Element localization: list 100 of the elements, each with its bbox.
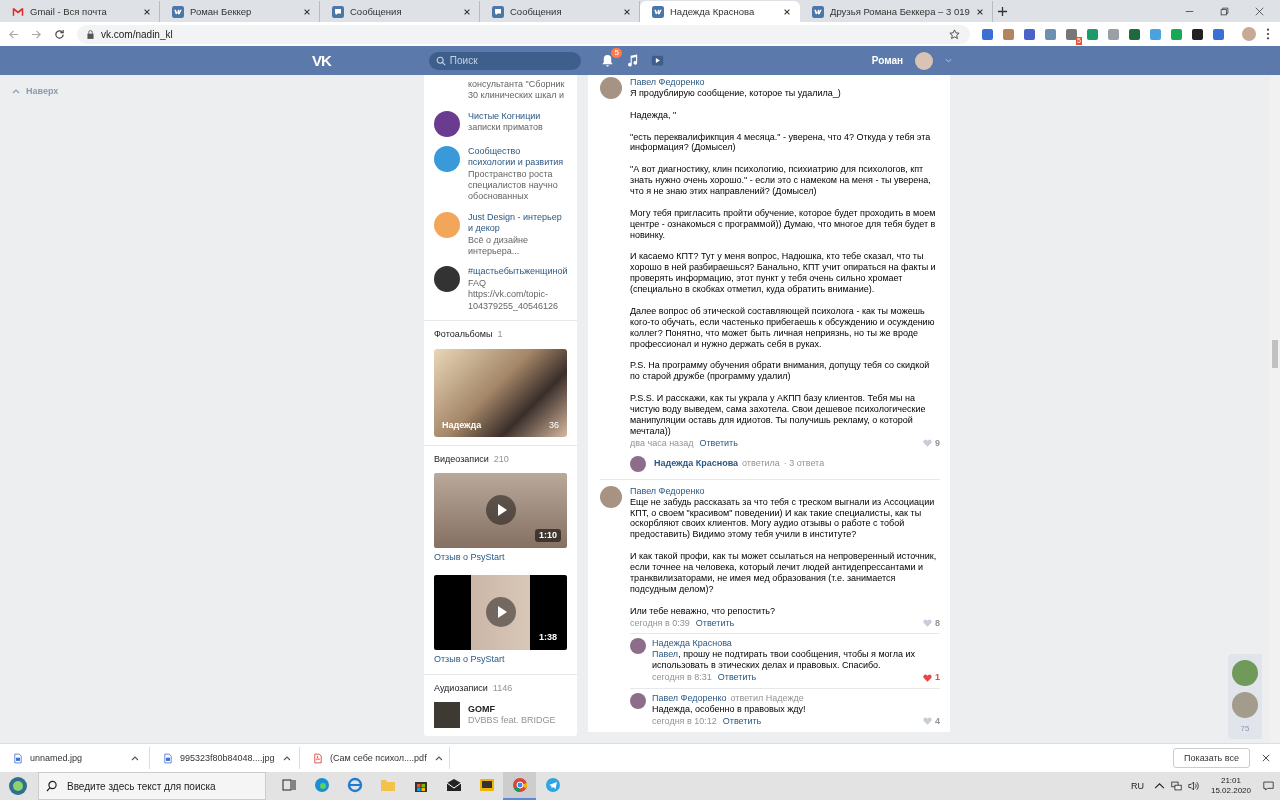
presentation-icon bbox=[478, 777, 495, 793]
author-link[interactable]: Надежда Краснова bbox=[652, 638, 732, 650]
like-button[interactable]: 1 bbox=[923, 672, 940, 684]
section-title[interactable]: Аудиозаписи bbox=[434, 682, 488, 695]
close-icon[interactable] bbox=[783, 7, 791, 16]
browser-tab[interactable]: Надежда Краснова bbox=[640, 1, 800, 22]
heart-icon bbox=[923, 439, 932, 448]
mail-envelope-icon bbox=[12, 5, 24, 18]
chevron-up-icon[interactable] bbox=[1153, 781, 1165, 791]
section-title[interactable]: Фотоальбомы bbox=[434, 329, 493, 341]
section-title[interactable]: Видеозаписи bbox=[434, 453, 489, 465]
play-icon bbox=[486, 494, 516, 525]
image-file-icon bbox=[164, 752, 172, 764]
album-cover-placeholder[interactable] bbox=[434, 702, 460, 729]
reply-link[interactable]: Ответить bbox=[699, 437, 738, 449]
download-item[interactable]: 995323f80b84048....jpg bbox=[150, 747, 300, 769]
close-icon[interactable] bbox=[1262, 754, 1270, 762]
group-name-link[interactable]: Чистые Когниции bbox=[468, 110, 543, 123]
clock-time[interactable]: 21:01 bbox=[1220, 776, 1241, 786]
reply-link[interactable]: Ответить bbox=[717, 672, 757, 684]
author-link[interactable]: Павел Федоренко bbox=[630, 485, 705, 497]
user-name[interactable]: Роман bbox=[871, 55, 903, 66]
video-thumbnail[interactable]: 1:38 bbox=[434, 575, 567, 651]
site-logo[interactable]: VK bbox=[312, 52, 331, 69]
vk-logo-icon bbox=[172, 5, 184, 18]
play-icon bbox=[486, 597, 516, 628]
comment-time: сегодня в 0:39 bbox=[630, 617, 690, 629]
reply-link[interactable]: Ответить bbox=[695, 617, 735, 629]
caret-up-icon[interactable] bbox=[282, 755, 291, 761]
extension-icon[interactable] bbox=[1192, 28, 1203, 40]
video-thumbnail[interactable]: 1:10 bbox=[434, 472, 567, 548]
user-avatar[interactable] bbox=[600, 485, 622, 508]
start-button-icon[interactable] bbox=[8, 776, 28, 796]
close-icon[interactable] bbox=[303, 7, 311, 16]
author-link[interactable]: Павел Федоренко bbox=[630, 77, 705, 88]
user-avatar[interactable] bbox=[915, 51, 933, 70]
user-avatar[interactable] bbox=[600, 77, 622, 99]
comment-time: два часа назад bbox=[630, 437, 694, 449]
address-field[interactable]: vk.com/nadin_kl bbox=[77, 24, 970, 44]
scrollbar[interactable] bbox=[1270, 75, 1280, 743]
chat-bubble-icon bbox=[492, 5, 504, 18]
group-avatar[interactable] bbox=[434, 266, 460, 293]
download-item[interactable]: unnamed.jpg bbox=[0, 747, 150, 769]
bell-icon[interactable] bbox=[600, 54, 614, 67]
reply-addressee: ответил Надежде bbox=[730, 693, 804, 704]
user-avatar[interactable] bbox=[630, 455, 646, 472]
close-icon[interactable] bbox=[143, 7, 151, 16]
friend-avatar[interactable] bbox=[1232, 660, 1258, 686]
network-icon[interactable] bbox=[1170, 781, 1182, 791]
comment-text: Надежда, " bbox=[630, 109, 678, 121]
track-title[interactable]: GOMF bbox=[468, 703, 556, 716]
user-avatar[interactable] bbox=[630, 638, 646, 655]
user-avatar[interactable] bbox=[630, 693, 646, 710]
menu-icon[interactable] bbox=[1266, 28, 1270, 40]
comment-time: сегодня в 10:12 bbox=[652, 715, 717, 727]
vk-logo-icon bbox=[812, 5, 824, 18]
globe-e-icon bbox=[346, 777, 363, 793]
thread-author-link[interactable]: Надежда Краснова bbox=[654, 458, 739, 470]
group-description: Пространство роста специалистов научно обоснованных bbox=[468, 168, 559, 203]
video-title-link[interactable]: Отзыв о PsyStart bbox=[434, 654, 505, 666]
caret-up-icon[interactable] bbox=[131, 755, 139, 761]
clock-date[interactable]: 15.02.2020 bbox=[1210, 786, 1251, 796]
photo-placeholder[interactable]: Надежда 36 bbox=[434, 348, 567, 437]
search-field[interactable]: Поиск bbox=[428, 51, 581, 70]
comment-text: Павел, прошу не подтирать твои сообщения, чтобы я могла их использовать в этических делах и правовых. Спасибо. bbox=[652, 649, 916, 672]
download-item[interactable]: (Сам себе психол....pdf bbox=[300, 747, 450, 769]
group-avatar[interactable] bbox=[434, 110, 460, 137]
group-name-link[interactable]: Сообщество психологии и развития bbox=[468, 145, 567, 169]
keyboard-language[interactable]: RU bbox=[1130, 781, 1144, 791]
chat-bubble-icon bbox=[332, 5, 344, 18]
caret-up-icon[interactable] bbox=[434, 755, 443, 761]
folder-icon bbox=[379, 777, 396, 793]
plus-icon[interactable] bbox=[996, 6, 1008, 17]
group-description: FAQ https://vk.com/topic-104379255_40546126 bbox=[468, 277, 560, 313]
comment-text: И как такой профи, как ты может ссылаться на непроверенный источник, если точнее на человека, который лечит людей антидепрессантами и транквилизаторами, не имея мед образования (т.е. занимается подсудным делом)? bbox=[630, 551, 938, 595]
album-name: Надежда bbox=[442, 420, 482, 432]
group-name-link[interactable]: Just Design - интерьер и декор bbox=[468, 211, 567, 235]
group-name-link[interactable]: #щастьебытьженщиной bbox=[468, 266, 568, 278]
show-all-button[interactable]: Показать все bbox=[1173, 748, 1250, 768]
taskbar-search-field[interactable]: Введите здесь текст для поиска bbox=[38, 772, 266, 800]
reply-link[interactable]: Ответить bbox=[722, 715, 762, 727]
comment-text: Еще не забудь рассказать за что тебя с треском выгнали из Ассоциации КПТ, о своем "красивом" поведении) И как такие специалисты, как ты оскорбляют своих клиентов. Могу аудио отзывы о работе с тобой предоставить) Видимо этому тебя учили в институте? bbox=[630, 496, 936, 541]
speaker-icon[interactable] bbox=[1187, 781, 1199, 791]
group-description: записки приматов bbox=[468, 122, 543, 134]
extension-icon[interactable] bbox=[1129, 28, 1140, 40]
close-icon[interactable] bbox=[975, 7, 984, 16]
track-artist: DVBBS feat. BRIDGE bbox=[468, 715, 556, 727]
reload-icon[interactable] bbox=[54, 28, 65, 40]
music-note-icon[interactable] bbox=[625, 54, 639, 67]
close-icon[interactable] bbox=[463, 7, 471, 16]
restore-icon[interactable] bbox=[1220, 7, 1229, 16]
close-icon[interactable] bbox=[1255, 7, 1264, 16]
close-icon[interactable] bbox=[623, 7, 631, 16]
star-icon[interactable] bbox=[949, 28, 960, 40]
notification-icon[interactable] bbox=[1263, 781, 1274, 791]
chevron-up-icon bbox=[12, 88, 20, 94]
section-count: 210 bbox=[493, 453, 509, 465]
video-title-link[interactable]: Отзыв о PsyStart bbox=[434, 551, 505, 564]
play-icon[interactable] bbox=[650, 54, 664, 67]
author-link[interactable]: Павел Федоренко bbox=[652, 693, 727, 704]
